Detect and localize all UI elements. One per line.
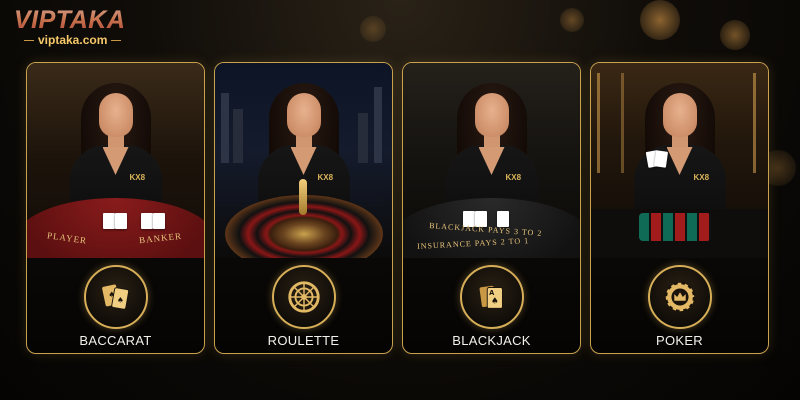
game-label: BACCARAT — [79, 333, 152, 348]
chip-stacks — [639, 213, 711, 241]
game-card-blackjack[interactable]: KX8 BLACKJACK PAYS 3 TO 2 INSURANCE PAYS… — [402, 62, 581, 354]
background-bokeh — [640, 0, 680, 40]
game-scene-image: KX8 PLAYER BANKER — [27, 63, 204, 258]
background-bokeh — [360, 16, 386, 42]
ace-cards-icon: A ♠ — [459, 265, 524, 329]
game-card-poker[interactable]: KX8 POKER — [590, 62, 769, 354]
game-label: ROULETTE — [267, 333, 340, 348]
game-scene-image: KX8 — [591, 63, 768, 258]
dealer-badge: KX8 — [505, 173, 522, 182]
game-label: POKER — [655, 333, 703, 348]
background-bokeh — [560, 8, 584, 32]
game-card-roulette[interactable]: KX8 ROULETTE — [214, 62, 393, 354]
game-scene-image: KX8 BLACKJACK PAYS 3 TO 2 INSURANCE PAYS… — [403, 63, 580, 258]
roulette-wheel-icon — [271, 265, 336, 329]
background-bokeh — [720, 20, 750, 50]
svg-text:♠: ♠ — [491, 297, 499, 307]
brand-name: VIPTAKA — [14, 6, 154, 35]
game-label: BLACKJACK — [452, 333, 531, 348]
game-scene-image: KX8 — [215, 63, 392, 258]
svg-text:♠: ♠ — [108, 290, 115, 299]
dealer-badge: KX8 — [317, 173, 334, 182]
brand-logo[interactable]: VIPTAKA viptaka.com — [14, 6, 154, 47]
brand-domain: viptaka.com — [20, 33, 154, 47]
svg-text:♠: ♠ — [116, 296, 123, 305]
cards-icon: ♠ ♠ — [83, 265, 148, 329]
game-card-baccarat[interactable]: KX8 PLAYER BANKER ♠ ♠ BACCARAT — [26, 62, 205, 354]
dealer-badge: KX8 — [693, 173, 710, 182]
dealer-badge: KX8 — [129, 173, 146, 182]
crown-chip-icon — [647, 265, 712, 329]
